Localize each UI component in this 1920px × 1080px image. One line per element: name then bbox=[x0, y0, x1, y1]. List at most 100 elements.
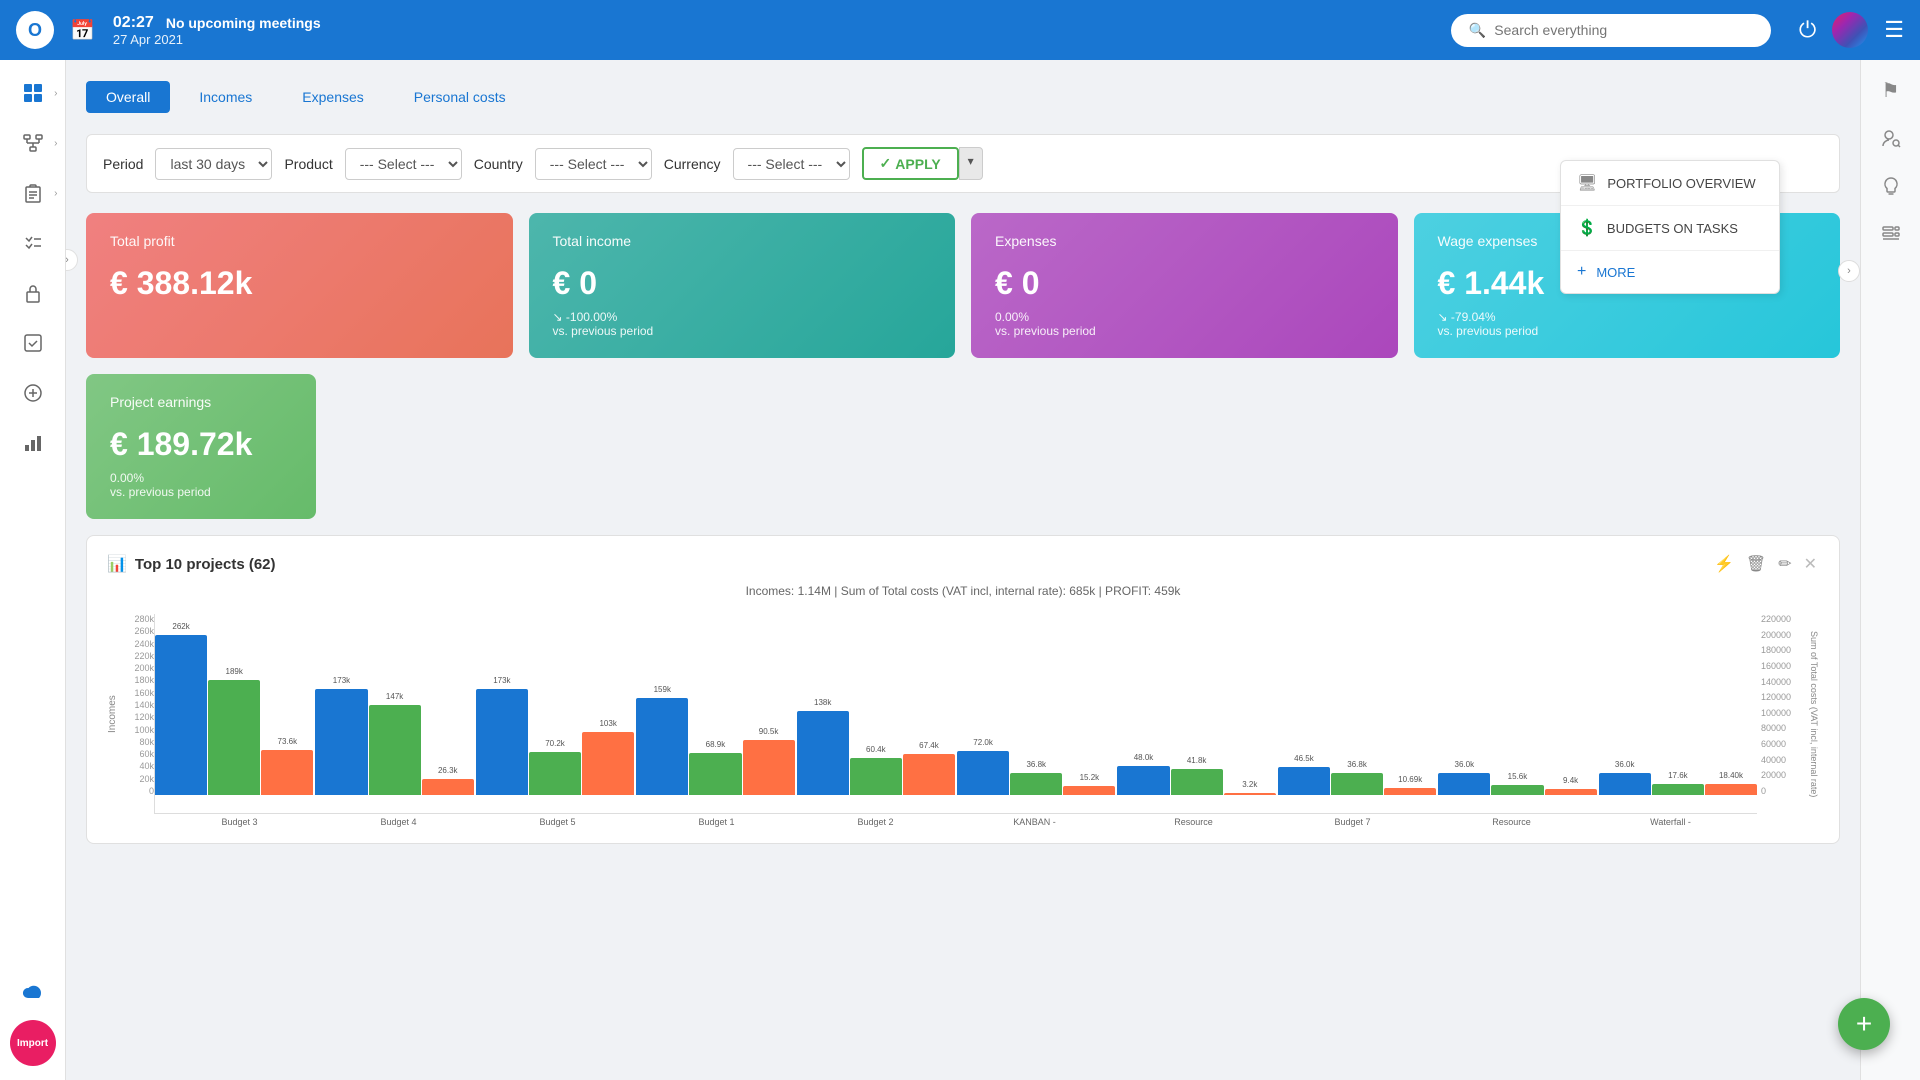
x-axis-label: Budget 7 bbox=[1274, 814, 1431, 827]
bar: 67.4k bbox=[903, 754, 955, 795]
x-axis-label: Budget 1 bbox=[638, 814, 795, 827]
right-expand-button[interactable]: › bbox=[1838, 260, 1860, 282]
sidebar-item-lock[interactable] bbox=[10, 270, 56, 316]
period-select[interactable]: last 30 days bbox=[155, 148, 272, 180]
sidebar-item-add-circle[interactable] bbox=[10, 370, 56, 416]
x-axis-label: KANBAN - bbox=[956, 814, 1113, 827]
side-menu-budgets-on-tasks[interactable]: 💲 BUDGETS ON TASKS bbox=[1561, 206, 1779, 251]
country-label: Country bbox=[474, 156, 523, 172]
bar: 147k bbox=[369, 705, 421, 795]
tab-personal-costs[interactable]: Personal costs bbox=[393, 80, 527, 114]
wage-expenses-change: ↘ -79.04% vs. previous period bbox=[1438, 310, 1817, 338]
import-button[interactable]: Import bbox=[10, 1020, 56, 1066]
chart-group: 36.0k17.6k18.40k bbox=[1599, 773, 1757, 795]
chart-lightning-button[interactable]: ⚡ bbox=[1712, 552, 1736, 576]
expand-arrow: › bbox=[54, 188, 57, 199]
right-panel-lightbulb-icon[interactable] bbox=[1871, 166, 1911, 206]
side-menu-more[interactable]: + MORE bbox=[1561, 251, 1779, 293]
expenses-title: Expenses bbox=[995, 233, 1374, 249]
total-income-value: € 0 bbox=[553, 265, 932, 302]
main-content: › Overall Incomes Expenses Personal cost… bbox=[66, 60, 1860, 1080]
bar: 173k bbox=[476, 689, 528, 795]
y-axis-right-label: Sum of Total costs (VAT incl, internal r… bbox=[1809, 614, 1819, 814]
sidebar-item-bar-chart[interactable] bbox=[10, 420, 56, 466]
chart-edit-button[interactable]: ✏ bbox=[1776, 552, 1793, 576]
portfolio-icon: 🖥 bbox=[1577, 173, 1597, 193]
search-input[interactable] bbox=[1494, 22, 1753, 38]
apply-dropdown-arrow[interactable]: ▾ bbox=[959, 147, 983, 180]
tab-incomes[interactable]: Incomes bbox=[178, 80, 273, 114]
bar: 46.5k bbox=[1278, 767, 1330, 795]
x-axis-label: Resource bbox=[1115, 814, 1272, 827]
bar: 48.0k bbox=[1117, 766, 1169, 795]
power-icon[interactable]: ⏻ bbox=[1799, 17, 1816, 43]
chart-group: 46.5k36.8k10.69k bbox=[1278, 767, 1436, 795]
currency-label: Currency bbox=[664, 156, 721, 172]
chart-group: 72.0k36.8k15.2k bbox=[957, 751, 1115, 795]
bar: 15.6k bbox=[1491, 785, 1543, 795]
app-logo[interactable]: O bbox=[16, 11, 54, 49]
tab-overall[interactable]: Overall bbox=[86, 81, 170, 113]
sidebar-item-hierarchy[interactable]: › bbox=[10, 120, 56, 166]
metric-card-project-earnings: Project earnings € 189.72k 0.00% vs. pre… bbox=[86, 374, 316, 519]
metric-card-total-income: Total income € 0 ↘ -100.00% vs. previous… bbox=[529, 213, 956, 358]
right-panel-flag-icon[interactable]: ⚑ bbox=[1871, 70, 1911, 110]
project-earnings-change: 0.00% vs. previous period bbox=[110, 471, 292, 499]
total-profit-title: Total profit bbox=[110, 233, 489, 249]
apply-button[interactable]: ✓ APPLY bbox=[862, 147, 959, 180]
bar: 262k bbox=[155, 635, 207, 795]
bar-value-label: 46.5k bbox=[1294, 754, 1314, 763]
bar-value-label: 60.4k bbox=[866, 745, 886, 754]
chart-subtitle: Incomes: 1.14M | Sum of Total costs (VAT… bbox=[107, 584, 1819, 598]
bar: 60.4k bbox=[850, 758, 902, 795]
chart-group: 159k68.9k90.5k bbox=[636, 698, 794, 795]
expenses-change: 0.00% vs. previous period bbox=[995, 310, 1374, 338]
chart-delete-button[interactable]: 🗑 bbox=[1744, 552, 1768, 576]
chart-group: 173k70.2k103k bbox=[476, 689, 634, 795]
x-axis-label: Resource bbox=[1433, 814, 1590, 827]
product-select[interactable]: --- Select --- bbox=[345, 148, 462, 180]
current-time: 02:27 bbox=[113, 14, 154, 32]
bar-value-label: 147k bbox=[386, 692, 403, 701]
bar-value-label: 48.0k bbox=[1134, 753, 1154, 762]
chart-title-icon: 📊 bbox=[107, 554, 127, 574]
menu-icon[interactable]: ☰ bbox=[1884, 17, 1904, 43]
sidebar-item-cloud[interactable] bbox=[10, 970, 56, 1016]
currency-select[interactable]: --- Select --- bbox=[733, 148, 850, 180]
sidebar-item-check-square[interactable] bbox=[10, 320, 56, 366]
bar-value-label: 67.4k bbox=[919, 741, 939, 750]
x-axis-label: Budget 2 bbox=[797, 814, 954, 827]
metric-card-total-profit: Total profit € 388.12k bbox=[86, 213, 513, 358]
left-sidebar: › › › Import bbox=[0, 60, 66, 1080]
calendar-icon[interactable]: 📅 bbox=[70, 18, 95, 43]
tab-expenses[interactable]: Expenses bbox=[281, 80, 384, 114]
country-select[interactable]: --- Select --- bbox=[535, 148, 652, 180]
datetime-info: 02:27 No upcoming meetings 27 Apr 2021 bbox=[113, 14, 321, 47]
bar: 159k bbox=[636, 698, 688, 795]
bars-container: 262k189k73.6k173k147k26.3k173k70.2k103k1… bbox=[154, 614, 1757, 814]
y-axis-left: 280k260k240k220k200k180k160k140k120k100k… bbox=[120, 614, 154, 814]
sidebar-item-checklist[interactable] bbox=[10, 220, 56, 266]
fab-button[interactable]: + bbox=[1838, 998, 1890, 1050]
bar: 41.8k bbox=[1171, 769, 1223, 795]
user-avatar[interactable] bbox=[1832, 12, 1868, 48]
chart-close-button[interactable]: ✕ bbox=[1802, 552, 1819, 576]
current-date: 27 Apr 2021 bbox=[113, 32, 321, 47]
right-panel-task-list-icon[interactable] bbox=[1871, 214, 1911, 254]
chart-group: 48.0k41.8k3.2k bbox=[1117, 766, 1275, 795]
sidebar-item-grid[interactable]: › bbox=[10, 70, 56, 116]
bar-value-label: 36.8k bbox=[1026, 760, 1046, 769]
right-panel: ⚑ bbox=[1860, 60, 1920, 1080]
right-panel-user-search-icon[interactable] bbox=[1871, 118, 1911, 158]
y-axis-right: 2200002000001800001600001400001200001000… bbox=[1761, 614, 1809, 814]
bar: 189k bbox=[208, 680, 260, 795]
top-nav-icons: ⏻ ☰ bbox=[1799, 12, 1904, 48]
chart-title: 📊 Top 10 projects (62) bbox=[107, 554, 276, 574]
bar-value-label: 10.69k bbox=[1398, 775, 1422, 784]
bar-value-label: 26.3k bbox=[438, 766, 458, 775]
side-menu-portfolio-overview[interactable]: 🖥 PORTFOLIO OVERVIEW bbox=[1561, 161, 1779, 206]
bar-value-label: 68.9k bbox=[706, 740, 726, 749]
sidebar-item-clipboard[interactable]: › bbox=[10, 170, 56, 216]
y-axis-left-label: Incomes bbox=[107, 614, 118, 814]
sidebar-expand-button[interactable]: › bbox=[66, 249, 78, 271]
